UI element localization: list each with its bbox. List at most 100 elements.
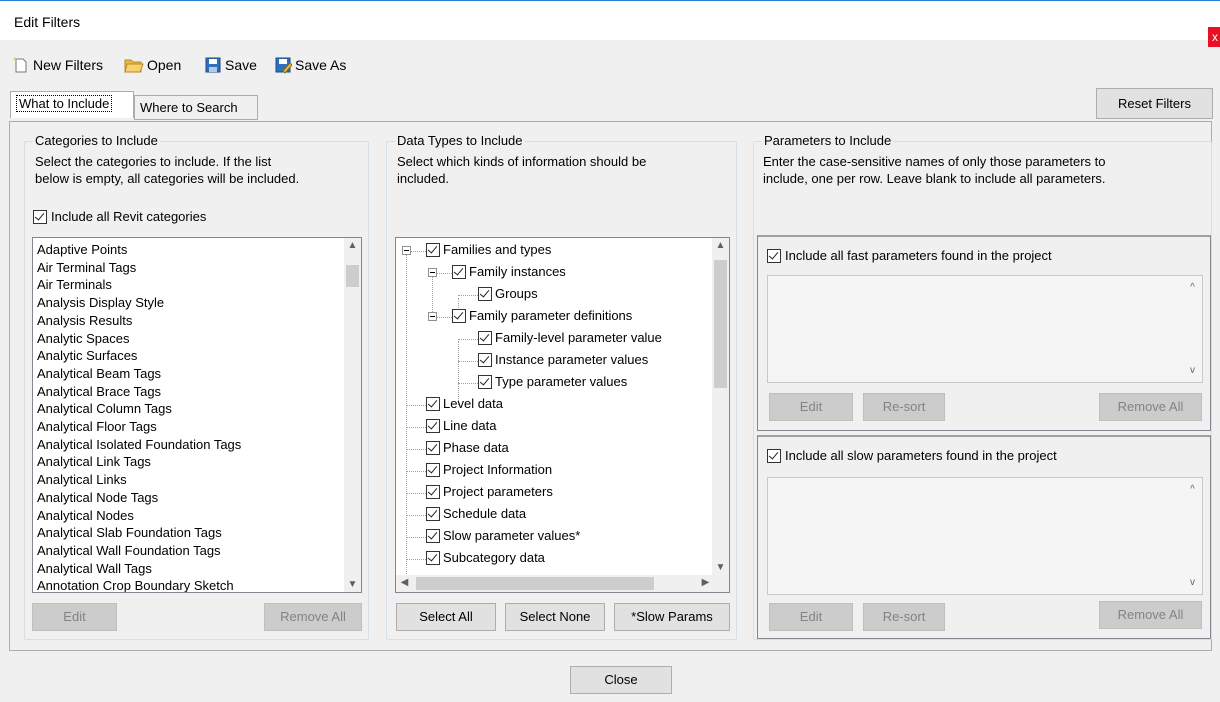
data-types-horizontal-scrollbar[interactable]: ◀ ▶ [396,575,714,592]
tree-node[interactable]: Line data [426,417,497,435]
checkbox-checked-icon[interactable] [426,441,440,455]
fast-resort-button[interactable]: Re-sort [863,393,945,421]
list-item[interactable]: Analytic Spaces [37,330,130,347]
reset-filters-button[interactable]: Reset Filters [1096,88,1213,119]
tree-node[interactable]: Subcategory data [426,549,545,567]
tab-what-to-include[interactable]: What to Include [10,91,134,118]
list-item[interactable]: Analysis Results [37,312,132,329]
checkbox-checked-icon[interactable] [426,551,440,565]
scroll-up-icon[interactable]: ^ [1184,282,1201,293]
checkbox-checked-icon[interactable] [426,463,440,477]
list-item[interactable]: Analysis Display Style [37,294,164,311]
tab-where-to-search[interactable]: Where to Search [134,95,258,120]
tree-node[interactable]: Family parameter definitions [452,307,632,325]
tree-node[interactable]: Family instances [452,263,566,281]
collapse-icon[interactable] [428,312,437,321]
scroll-down-icon[interactable]: ▼ [712,562,729,573]
list-item[interactable]: Analytical Nodes [37,507,134,524]
categories-listbox[interactable]: Adaptive Points Air Terminal Tags Air Term… [32,237,362,593]
categories-vertical-scrollbar[interactable]: ▲ ▼ [344,238,361,592]
list-item[interactable]: Analytic Surfaces [37,347,137,364]
checkbox-checked-icon[interactable] [478,331,492,345]
scroll-down-icon[interactable]: v [1184,577,1201,588]
select-none-button[interactable]: Select None [505,603,605,631]
data-types-vertical-scrollbar[interactable]: ▲ ▼ [712,238,729,575]
new-filters-button[interactable]: New Filters [12,54,103,76]
fast-edit-button[interactable]: Edit [769,393,853,421]
tree-line [406,254,407,574]
tree-node[interactable]: Instance parameter values [478,351,648,369]
tree-node[interactable]: Phase data [426,439,509,457]
include-fast-parameters-checkbox[interactable]: Include all fast parameters found in the… [767,248,1052,264]
slow-parameters-textbox[interactable]: ^ v [767,477,1203,595]
checkbox-checked-icon[interactable] [426,243,440,257]
scroll-thumb[interactable] [416,577,654,590]
list-item[interactable]: Analytical Node Tags [37,489,158,506]
categories-edit-button[interactable]: Edit [32,603,117,631]
collapse-icon[interactable] [402,246,411,255]
include-slow-parameters-label: Include all slow parameters found in the… [785,448,1057,463]
slow-params-button[interactable]: *Slow Params [614,603,730,631]
tree-node[interactable]: Families and types [426,241,551,259]
slow-remove-all-button[interactable]: Remove All [1099,601,1202,629]
include-all-categories-checkbox[interactable]: Include all Revit categories [33,209,206,225]
scroll-down-icon[interactable]: ▼ [344,579,361,590]
select-all-button[interactable]: Select All [396,603,496,631]
slow-edit-button[interactable]: Edit [769,603,853,631]
list-item[interactable]: Analytical Wall Foundation Tags [37,542,221,559]
tree-node[interactable]: Type parameter values [478,373,627,391]
slow-resort-button[interactable]: Re-sort [863,603,945,631]
list-item[interactable]: Analytical Isolated Foundation Tags [37,436,241,453]
list-item[interactable]: Air Terminals [37,276,112,293]
list-item[interactable]: Analytical Brace Tags [37,383,161,400]
close-button[interactable]: Close [570,666,672,694]
checkbox-checked-icon[interactable] [426,397,440,411]
checkbox-checked-icon[interactable] [478,287,492,301]
checkbox-checked-icon[interactable] [452,265,466,279]
tree-node[interactable]: Level data [426,395,503,413]
tree-node[interactable]: Groups [478,285,538,303]
checkbox-checked-icon[interactable] [426,419,440,433]
tree-node[interactable]: Family-level parameter value [478,329,662,347]
checkbox-checked-icon[interactable] [426,507,440,521]
categories-description-line2: below is empty, all categories will be i… [35,171,300,186]
scroll-thumb[interactable] [714,260,727,388]
list-item[interactable]: Air Terminal Tags [37,259,136,276]
list-item[interactable]: Analytical Column Tags [37,400,172,417]
checkbox-checked-icon [33,210,47,224]
list-item[interactable]: Analytical Slab Foundation Tags [37,524,222,541]
tree-node[interactable]: Project Information [426,461,552,479]
scroll-left-icon[interactable]: ◀ [396,577,413,588]
checkbox-checked-icon[interactable] [426,485,440,499]
include-slow-parameters-checkbox[interactable]: Include all slow parameters found in the… [767,448,1057,464]
save-as-button[interactable]: Save As [274,54,346,76]
list-item[interactable]: Analytical Beam Tags [37,365,161,382]
list-item[interactable]: Analytical Links [37,471,127,488]
tree-node[interactable]: Schedule data [426,505,526,523]
categories-remove-all-button[interactable]: Remove All [264,603,362,631]
open-button[interactable]: Open [124,54,181,76]
scroll-up-icon[interactable]: ▲ [712,240,729,251]
tree-node-label: Instance parameter values [495,352,649,367]
scroll-up-icon[interactable]: ^ [1184,484,1201,495]
list-item[interactable]: Analytical Floor Tags [37,418,157,435]
save-button[interactable]: Save [204,54,257,76]
list-item[interactable]: Analytical Link Tags [37,453,151,470]
collapse-icon[interactable] [428,268,437,277]
checkbox-checked-icon[interactable] [478,353,492,367]
fast-remove-all-button[interactable]: Remove All [1099,393,1202,421]
list-item[interactable]: Adaptive Points [37,241,127,258]
tree-node[interactable]: Project parameters [426,483,553,501]
tree-node[interactable]: Slow parameter values* [426,527,580,545]
list-item[interactable]: Analytical Wall Tags [37,560,152,577]
checkbox-checked-icon[interactable] [478,375,492,389]
close-window-button[interactable]: x [1208,27,1220,47]
scroll-thumb[interactable] [346,265,359,287]
fast-parameters-textbox[interactable]: ^ v [767,275,1203,383]
checkbox-checked-icon[interactable] [452,309,466,323]
scroll-down-icon[interactable]: v [1184,365,1201,376]
scroll-up-icon[interactable]: ▲ [344,240,361,251]
checkbox-checked-icon[interactable] [426,529,440,543]
list-item[interactable]: Annotation Crop Boundary Sketch [37,577,234,592]
data-types-tree[interactable]: Families and types Family instances Groups… [395,237,730,593]
